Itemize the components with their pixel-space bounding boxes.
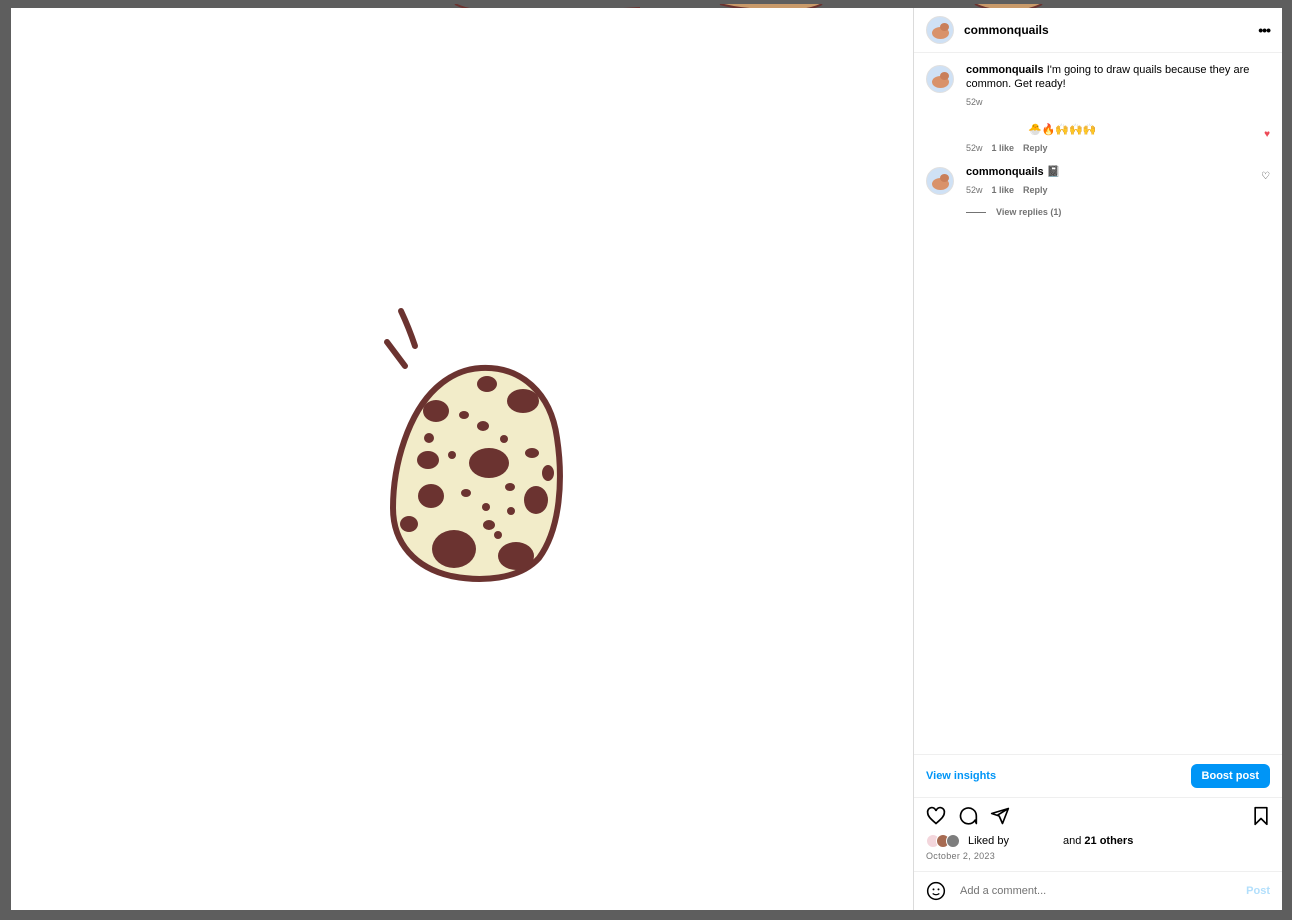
comment-item: 🐣🔥🙌🙌🙌 52w 1 like Reply ♥ [926, 123, 1270, 155]
and-label: and [1062, 835, 1082, 847]
reply-button[interactable]: Reply [1023, 141, 1048, 155]
insights-bar: View insights Boost post [914, 754, 1282, 798]
action-bar [914, 798, 1282, 834]
quail-egg-drawing [384, 308, 563, 582]
liked-heart-icon[interactable]: ♥ [1264, 129, 1270, 140]
view-replies-button[interactable]: View replies (1) [966, 207, 1270, 217]
more-horizontal-icon[interactable]: ••• [1258, 22, 1271, 38]
avatar[interactable] [926, 65, 954, 93]
liked-by-label: Liked by [968, 835, 1009, 847]
share-icon[interactable] [990, 806, 1010, 826]
comment-time[interactable]: 52w [966, 183, 983, 197]
avatar[interactable] [926, 167, 954, 195]
heart-icon[interactable] [926, 806, 946, 826]
likes-summary: Liked by and 21 others October 2, 2023 [914, 834, 1282, 871]
comment-username[interactable]: commonquails [966, 64, 1044, 76]
reply-button[interactable]: Reply [1023, 183, 1048, 197]
author-username[interactable]: commonquails [964, 23, 1258, 37]
caption: commonquails I'm going to draw quails be… [926, 63, 1270, 109]
comment-likes[interactable]: 1 like [992, 183, 1015, 197]
add-comment-bar: Post [914, 871, 1282, 910]
comment-text: 🐣🔥🙌🙌🙌 [1028, 124, 1097, 136]
comment-time[interactable]: 52w [966, 141, 983, 155]
comment-input[interactable] [958, 884, 1247, 898]
post-comment-button[interactable]: Post [1246, 885, 1270, 897]
others-link[interactable]: 21 others [1084, 835, 1133, 847]
bookmark-icon[interactable] [1252, 806, 1270, 826]
view-replies-label: View replies (1) [996, 207, 1062, 217]
post-media[interactable] [11, 8, 913, 910]
comment-item: commonquails 📓 52w 1 like Reply ♡ [926, 165, 1270, 197]
post-date[interactable]: October 2, 2023 [926, 851, 1270, 861]
comment-icon[interactable] [958, 806, 978, 826]
liker-avatars[interactable] [926, 834, 960, 848]
post-modal: commonquails ••• commonquails I'm going … [11, 8, 1282, 910]
emoji-icon[interactable] [926, 881, 946, 901]
comment-username[interactable]: commonquails [966, 166, 1044, 178]
heart-outline-icon[interactable]: ♡ [1261, 171, 1270, 182]
post-header: commonquails ••• [914, 8, 1282, 53]
divider [966, 211, 986, 213]
avatar[interactable] [926, 16, 954, 44]
view-insights-link[interactable]: View insights [926, 770, 996, 782]
post-sidebar: commonquails ••• commonquails I'm going … [913, 8, 1282, 910]
comments-list: commonquails I'm going to draw quails be… [914, 53, 1282, 754]
comment-text: 📓 [1046, 166, 1061, 178]
comment-likes[interactable]: 1 like [992, 141, 1015, 155]
comment-time[interactable]: 52w [966, 95, 983, 109]
boost-post-button[interactable]: Boost post [1190, 764, 1270, 788]
